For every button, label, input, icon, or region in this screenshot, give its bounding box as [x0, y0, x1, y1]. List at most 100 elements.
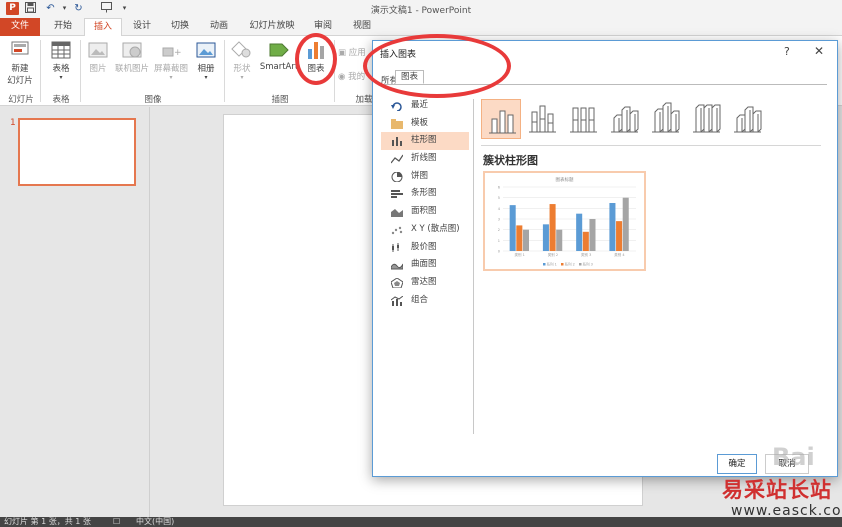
site-watermark: 易采站长站 [722, 477, 832, 502]
smartart-button[interactable]: SmartArt [258, 40, 300, 72]
tab-view[interactable]: 视图 [345, 18, 379, 36]
subtype-stacked-column[interactable] [522, 99, 562, 139]
chart-type-area-chart[interactable]: 面积图 [381, 203, 469, 221]
language-indicator[interactable]: 中文(中国) [136, 517, 174, 527]
tab-slideshow[interactable]: 幻灯片放映 [240, 18, 304, 36]
chart-type-pie-chart[interactable]: 饼图 [381, 168, 469, 186]
subtype-3d-stacked-column[interactable] [645, 99, 685, 139]
bar-3-3 [589, 219, 596, 251]
chart-type-column-chart[interactable]: 柱形图 [381, 132, 469, 151]
picture-icon [87, 40, 109, 60]
close-button[interactable]: ✕ [814, 44, 824, 58]
window-title: 演示文稿1 - PowerPoint [370, 6, 472, 16]
svg-text:+: + [174, 48, 182, 58]
y-tick-label: 6 [498, 186, 500, 190]
chart-preview[interactable]: 图表标题 0 1 2 3 4 5 6 类别 1 类别 2 类别 3 类别 4 系列 1 系列 2 系列 3 [483, 171, 646, 271]
legend-swatch-1 [543, 263, 546, 266]
y-tick-label: 2 [498, 228, 500, 232]
subtype-name: 簇状柱形图 [483, 154, 538, 167]
recent-icon [391, 102, 402, 111]
tab-design[interactable]: 设计 [123, 18, 161, 36]
chart-type-combo-chart[interactable]: 组合 [381, 292, 469, 310]
bar-1-1 [509, 205, 516, 251]
ok-button[interactable]: 确定 [717, 454, 757, 474]
url-watermark: www.easck.com [731, 503, 842, 519]
scatter-chart-icon [391, 226, 403, 235]
subtype-divider [481, 145, 821, 146]
bar-1-2 [542, 224, 549, 251]
album-button[interactable]: 相册 ▾ [192, 40, 220, 81]
picture-button[interactable]: 图片 [84, 40, 112, 74]
apps-icon: ▣ [338, 48, 349, 58]
screenshot-label: 屏幕截图 [153, 64, 188, 74]
legend-swatch-2 [561, 263, 564, 266]
tab-animations[interactable]: 动画 [200, 18, 238, 36]
baidu-watermark: Bai [772, 443, 815, 471]
status-bar: 幻灯片 第 1 张，共 1 张 ☐ 中文(中国) [0, 517, 842, 527]
chart-type-scatter-chart[interactable]: X Y (散点图) [381, 221, 469, 239]
chart-type-label: 股价图 [411, 241, 437, 252]
chart-type-label: 最近 [411, 100, 429, 110]
chart-type-surface-chart[interactable]: 曲面图 [381, 256, 469, 274]
line-chart-icon [391, 154, 403, 164]
tab-home[interactable]: 开始 [44, 18, 82, 36]
chart-type-recent[interactable]: 最近 [381, 97, 469, 115]
screenshot-button[interactable]: + 屏幕截图 ▾ [152, 40, 190, 81]
table-button[interactable]: 表格 ▾ [44, 40, 78, 81]
subtype-3d-clustered-column[interactable] [604, 99, 644, 139]
chart-type-line-chart[interactable]: 折线图 [381, 150, 469, 168]
y-tick-label: 0 [498, 250, 500, 254]
chart-type-label: 柱形图 [411, 135, 437, 146]
shapes-label: 形状 [233, 64, 251, 74]
chart-type-label: 雷达图 [411, 276, 437, 287]
my-apps-label: 我的 [348, 72, 366, 82]
group-label-addins: 加载 [355, 95, 373, 105]
table-label: 表格 [52, 64, 70, 74]
group-label-images: 图像 [144, 95, 162, 105]
group-label-slides: 幻灯片 [8, 95, 34, 105]
pie-chart-icon [391, 171, 403, 182]
legend-label-1: 系列 1 [547, 261, 557, 266]
shapes-icon [231, 40, 253, 60]
subtype-3d-column[interactable] [727, 99, 767, 139]
online-picture-icon [121, 40, 143, 60]
tab-insert[interactable]: 插入 [84, 18, 122, 37]
group-separator [80, 40, 81, 102]
bar-2-2 [549, 204, 556, 251]
chart-button-annotation [295, 33, 337, 85]
combo-chart-icon [391, 295, 403, 306]
subtype-3d-percent-stacked-column[interactable] [686, 99, 726, 139]
bar-1-3 [576, 213, 583, 251]
chart-type-label: 曲面图 [411, 259, 437, 270]
album-icon [195, 40, 217, 60]
chart-type-label: 条形图 [411, 188, 437, 199]
online-picture-label: 联机图片 [114, 64, 149, 74]
subtype-clustered-column[interactable] [481, 99, 521, 139]
help-button[interactable]: ? [784, 45, 790, 58]
dialog-title-annotation [363, 34, 511, 98]
group-label-illustrations: 插图 [271, 95, 289, 105]
tab-file[interactable]: 文件 [0, 18, 40, 36]
chart-type-stock-chart[interactable]: 股价图 [381, 239, 469, 257]
online-picture-button[interactable]: 联机图片 [113, 40, 151, 74]
new-slide-button[interactable]: 新建 幻灯片 [2, 40, 38, 86]
3d-stacked-column-icon [652, 102, 680, 133]
bar-2-1 [516, 225, 523, 251]
chart-type-bar-chart[interactable]: 条形图 [381, 185, 469, 203]
group-separator [40, 40, 41, 102]
shapes-button[interactable]: 形状 ▾ [228, 40, 256, 81]
tab-transitions[interactable]: 切换 [161, 18, 199, 36]
new-slide-icon [9, 40, 31, 60]
notes-check-icon[interactable]: ☐ [113, 517, 120, 527]
album-label: 相册 [197, 64, 215, 74]
title-bar: P ↶ ▾ ↻ ▾ 演示文稿1 - PowerPoint [0, 0, 842, 18]
chart-type-folder[interactable]: 模板 [381, 115, 469, 133]
bar-3-1 [522, 229, 529, 251]
subtype-percent-stacked-column[interactable] [563, 99, 603, 139]
chart-type-radar-chart[interactable]: 雷达图 [381, 274, 469, 292]
y-tick-label: 5 [498, 196, 500, 200]
chart-preview-svg: 图表标题 0 1 2 3 4 5 6 类别 1 类别 2 类别 3 类别 4 系列 1 系列 2 系列 3 [498, 176, 636, 266]
x-tick-label: 类别 2 [548, 252, 558, 257]
slide-thumbnail[interactable] [18, 118, 136, 186]
3d-clustered-column-icon [611, 106, 639, 133]
